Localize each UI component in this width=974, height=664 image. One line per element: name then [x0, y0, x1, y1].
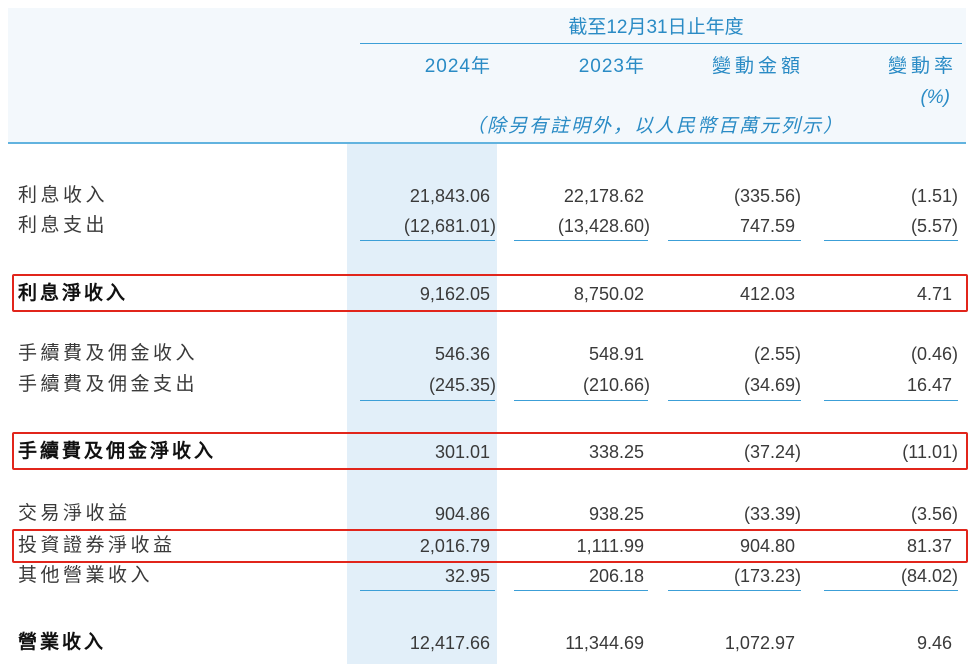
- row-label: 利息收入: [18, 185, 109, 206]
- table-row: 營業收入 12,417.66 11,344.69 1,072.97 9.46: [0, 628, 974, 658]
- value-2023: 938.25: [588, 504, 644, 524]
- change-rate: (5.57): [910, 216, 958, 236]
- row-label: 投資證券淨收益: [18, 535, 176, 556]
- subtotal-rule: [824, 400, 958, 401]
- change-amount: (34.69): [743, 375, 801, 395]
- value-2024: (12,681.01): [403, 216, 496, 236]
- change-amount: 412.03: [739, 284, 795, 304]
- change-rate: (11.01): [902, 442, 958, 462]
- change-rate: (0.46): [910, 344, 958, 364]
- change-rate: (3.56): [910, 504, 958, 524]
- table-row: 利息支出 (12,681.01) (13,428.60) 747.59 (5.5…: [0, 211, 974, 241]
- change-amount: (173.23): [733, 566, 801, 586]
- column-header-prior-year: 2023年: [578, 56, 645, 77]
- financial-table: 截至12月31日止年度 2024年 2023年 變動金額 變動率 (%) （除另…: [0, 0, 974, 664]
- change-rate-unit: (%): [920, 87, 950, 108]
- subtotal-rule: [360, 400, 495, 401]
- value-2024: 9,162.05: [419, 284, 490, 304]
- row-label: 營業收入: [18, 632, 107, 653]
- table-row: 手續費及佣金收入 546.36 548.91 (2.55) (0.46): [0, 339, 974, 369]
- table-row: 利息收入 21,843.06 22,178.62 (335.56) (1.51): [0, 181, 974, 211]
- value-2024: 546.36: [434, 344, 490, 364]
- row-label: 手續費及佣金支出: [18, 374, 199, 395]
- value-2023: 22,178.62: [563, 186, 644, 206]
- value-2023: 206.18: [588, 566, 644, 586]
- change-amount: 1,072.97: [724, 633, 795, 653]
- change-amount: 747.59: [739, 216, 795, 236]
- change-amount: (335.56): [733, 186, 801, 206]
- period-heading-rule: [360, 43, 962, 44]
- column-header-change-rate: 變動率: [887, 56, 957, 77]
- change-rate: 16.47: [906, 375, 952, 395]
- value-2024: 12,417.66: [409, 633, 490, 653]
- value-2023: 8,750.02: [573, 284, 644, 304]
- value-2023: (13,428.60): [557, 216, 650, 236]
- change-amount: (2.55): [753, 344, 801, 364]
- value-2024: 2,016.79: [419, 536, 490, 556]
- row-label: 手續費及佣金收入: [18, 343, 199, 364]
- value-2023: 338.25: [588, 442, 644, 462]
- row-label: 交易淨收益: [18, 503, 131, 524]
- row-label: 其他營業收入: [18, 565, 154, 586]
- value-2024: 301.01: [434, 442, 490, 462]
- value-2024: 904.86: [434, 504, 490, 524]
- column-header-change-amount: 變動金額: [711, 56, 804, 77]
- column-header-current-year: 2024年: [424, 56, 491, 77]
- change-amount: (37.24): [743, 442, 801, 462]
- period-heading: 截至12月31日止年度: [568, 17, 744, 38]
- value-2023: 11,344.69: [565, 633, 644, 653]
- value-2023: 1,111.99: [576, 536, 644, 556]
- change-rate: 81.37: [906, 536, 952, 556]
- subtotal-rule: [514, 400, 648, 401]
- change-amount: 904.80: [739, 536, 795, 556]
- subtotal-rule: [668, 400, 801, 401]
- table-row: 手續費及佣金淨收入 301.01 338.25 (37.24) (11.01): [0, 437, 974, 467]
- value-2023: (210.66): [582, 375, 650, 395]
- value-2024: 32.95: [444, 566, 490, 586]
- change-rate: (84.02): [900, 566, 958, 586]
- table-row: 利息淨收入 9,162.05 8,750.02 412.03 4.71: [0, 279, 974, 309]
- change-rate: 4.71: [916, 284, 952, 304]
- header-divider: [8, 142, 966, 144]
- value-2024: 21,843.06: [409, 186, 490, 206]
- change-rate: (1.51): [910, 186, 958, 206]
- table-row: 交易淨收益 904.86 938.25 (33.39) (3.56): [0, 499, 974, 529]
- table-row: 投資證券淨收益 2,016.79 1,111.99 904.80 81.37: [0, 531, 974, 561]
- table-row: 其他營業收入 32.95 206.18 (173.23) (84.02): [0, 561, 974, 591]
- change-amount: (33.39): [743, 504, 801, 524]
- row-label: 利息支出: [18, 215, 109, 236]
- row-label: 手續費及佣金淨收入: [18, 441, 217, 462]
- currency-unit-note: （除另有註明外，以人民幣百萬元列示）: [465, 116, 844, 137]
- row-label: 利息淨收入: [18, 283, 129, 304]
- change-rate: 9.46: [916, 633, 952, 653]
- value-2023: 548.91: [588, 344, 644, 364]
- value-2024: (245.35): [428, 375, 496, 395]
- table-row: 手續費及佣金支出 (245.35) (210.66) (34.69) 16.47: [0, 370, 974, 400]
